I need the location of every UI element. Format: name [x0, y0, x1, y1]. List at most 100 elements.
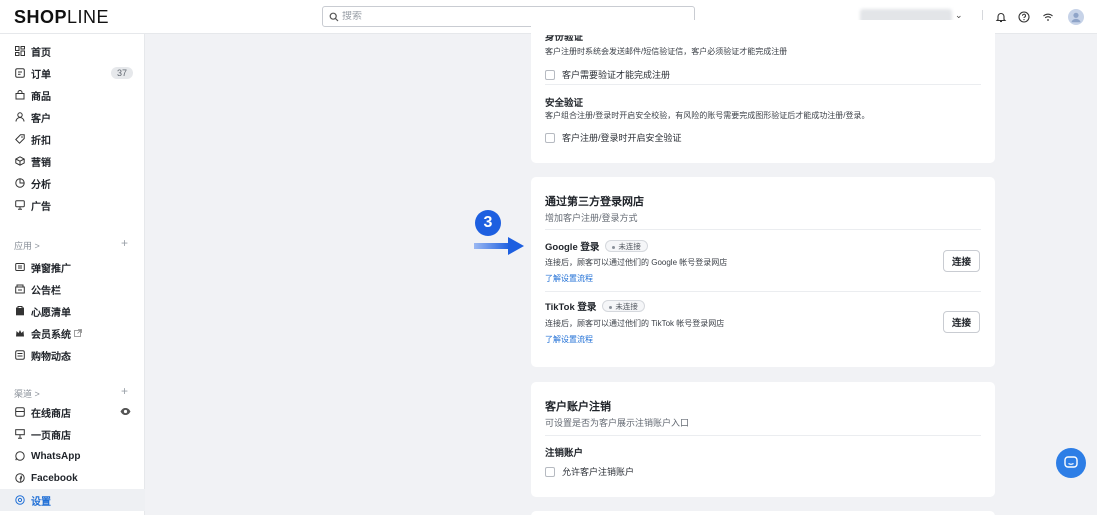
product-bag-icon: [14, 89, 26, 101]
tiktok-connect-button[interactable]: 连接: [943, 311, 980, 333]
sidebar-item-analytics[interactable]: 分析: [0, 172, 145, 194]
tiktok-login-title-row: TikTok 登录 未连接: [545, 299, 645, 313]
sidebar-item-discounts[interactable]: 折扣: [0, 128, 145, 150]
add-app-plus-icon[interactable]: +: [121, 236, 128, 250]
sidebar-item-label: 购物动态: [31, 351, 71, 363]
security-verification-checkbox[interactable]: [545, 132, 555, 143]
divider: [545, 291, 981, 292]
allow-cancel-checkbox[interactable]: [545, 466, 555, 477]
sidebar-item-label: Facebook: [31, 472, 78, 484]
sidebar: 首页 订单 37 商品 客户 折扣 营销 分析 广告 应用 > + 弹窗推广 公…: [0, 34, 145, 515]
step-number-marker: 3: [475, 210, 501, 236]
wishlist-icon: [14, 305, 26, 317]
sidebar-item-label: 商品: [31, 91, 51, 103]
sidebar-item-label: 客户: [31, 113, 51, 125]
tiktok-login-title: TikTok 登录: [545, 302, 597, 313]
sidebar-item-whatsapp[interactable]: WhatsApp: [0, 445, 145, 467]
cancel-account-title: 注销账户: [545, 448, 584, 459]
google-setup-guide-link[interactable]: 了解设置流程: [545, 273, 593, 284]
third-party-login-title: 通过第三方登录网店: [545, 196, 644, 208]
add-channel-plus-icon[interactable]: +: [121, 384, 128, 398]
security-verification-title: 安全验证: [545, 98, 584, 109]
wifi-icon[interactable]: [1040, 9, 1056, 25]
sidebar-item-label: 公告栏: [31, 285, 61, 297]
membership-icon: [14, 327, 26, 339]
verification-card: 身份验证 客户注册时系统会发送邮件/短信验证信，客户必须验证才能完成注册 客户需…: [531, 20, 995, 163]
search-icon: [329, 12, 339, 21]
google-login-title: Google 登录: [545, 242, 600, 253]
sidebar-item-one-page-store[interactable]: 一页商店: [0, 423, 145, 445]
announcement-icon: [14, 283, 26, 295]
sidebar-item-label: 在线商店: [31, 408, 71, 420]
require-verification-checkbox-row[interactable]: 客户需要验证才能完成注册: [545, 68, 670, 81]
google-login-title-row: Google 登录 未连接: [545, 239, 648, 253]
third-party-login-card: 通过第三方登录网店 增加客户注册/登录方式 Google 登录 未连接 连接后，…: [531, 177, 995, 367]
third-party-login-subtitle: 增加客户注册/登录方式: [545, 213, 638, 223]
google-login-desc: 连接后，顾客可以通过他们的 Google 帐号登录网店: [545, 258, 728, 267]
sidebar-item-products[interactable]: 商品: [0, 84, 145, 106]
facebook-icon: [14, 472, 26, 484]
sidebar-item-home[interactable]: 首页: [0, 40, 145, 62]
sidebar-item-shopping-feed[interactable]: 购物动态: [0, 344, 145, 366]
analytics-icon: [14, 177, 26, 189]
security-verification-checkbox-row[interactable]: 客户注册/登录时开启安全验证: [545, 131, 682, 144]
divider: [545, 84, 981, 85]
avatar[interactable]: [1068, 9, 1084, 25]
eye-icon[interactable]: [120, 406, 131, 417]
sidebar-item-facebook[interactable]: Facebook: [0, 467, 145, 489]
marketing-icon: [14, 155, 26, 167]
google-connect-button[interactable]: 连接: [943, 250, 980, 272]
sidebar-item-ads[interactable]: 广告: [0, 194, 145, 216]
sidebar-item-settings[interactable]: 设置: [0, 489, 145, 511]
sidebar-item-customers[interactable]: 客户: [0, 106, 145, 128]
security-verification-desc: 客户组合注册/登录时开启安全校验，有风险的账号需要完成图形验证后才能成功注册/登…: [545, 111, 870, 120]
sidebar-item-label: 心愿清单: [31, 307, 71, 319]
sidebar-item-label: 弹窗推广: [31, 263, 71, 275]
discount-tag-icon: [14, 133, 26, 145]
allow-cancel-checkbox-row[interactable]: 允许客户注销账户: [545, 465, 634, 478]
chat-support-button[interactable]: [1056, 448, 1086, 478]
account-cancellation-title: 客户账户注销: [545, 401, 611, 413]
settings-icon: [14, 494, 26, 506]
sidebar-item-label: 首页: [31, 47, 51, 59]
identity-verification-title: 身份验证: [545, 32, 584, 43]
status-badge: 未连接: [602, 300, 645, 312]
arrow-right-icon: [474, 237, 524, 255]
online-store-icon: [14, 406, 26, 418]
sidebar-item-popup[interactable]: 弹窗推广: [0, 256, 145, 278]
checkbox-label: 客户需要验证才能完成注册: [562, 70, 671, 80]
next-card-edge: [531, 511, 995, 515]
divider: [545, 229, 981, 230]
sidebar-item-online-store[interactable]: 在线商店: [0, 401, 145, 423]
order-icon: [14, 67, 26, 79]
divider: [545, 435, 981, 436]
customer-icon: [14, 111, 26, 123]
sidebar-item-label: 广告: [31, 201, 51, 213]
sidebar-item-announcement[interactable]: 公告栏: [0, 278, 145, 300]
identity-verification-desc: 客户注册时系统会发送邮件/短信验证信，客户必须验证才能完成注册: [545, 47, 788, 56]
whatsapp-icon: [14, 450, 26, 462]
status-badge: 未连接: [605, 240, 648, 252]
sidebar-item-marketing[interactable]: 营销: [0, 150, 145, 172]
sidebar-item-orders[interactable]: 订单 37: [0, 62, 145, 84]
shopline-logo[interactable]: SHOPLINE: [14, 7, 109, 28]
sidebar-item-wishlist[interactable]: 心愿清单: [0, 300, 145, 322]
sidebar-item-label: WhatsApp: [31, 450, 81, 462]
bell-icon[interactable]: [993, 9, 1009, 25]
tiktok-login-desc: 连接后，顾客可以通过他们的 TikTok 帐号登录网店: [545, 319, 725, 328]
sidebar-item-label: 营销: [31, 157, 51, 169]
checkbox-label: 客户注册/登录时开启安全验证: [562, 133, 682, 143]
sidebar-item-label: 一页商店: [31, 430, 71, 442]
sidebar-item-membership[interactable]: 会员系统: [0, 322, 145, 344]
checkbox-label: 允许客户注销账户: [562, 467, 635, 477]
tiktok-setup-guide-link[interactable]: 了解设置流程: [545, 334, 593, 345]
apps-section-title[interactable]: 应用 >: [14, 239, 40, 252]
shopping-feed-icon: [14, 349, 26, 361]
channels-section-title[interactable]: 渠道 >: [14, 387, 40, 400]
chat-bubble-icon: [1064, 456, 1078, 468]
help-icon[interactable]: [1016, 9, 1032, 25]
order-count-badge: 37: [110, 67, 133, 79]
account-cancellation-card: 客户账户注销 可设置是否为客户展示注销账户入口 注销账户 允许客户注销账户: [531, 382, 995, 497]
require-verification-checkbox[interactable]: [545, 69, 555, 80]
ads-icon: [14, 199, 26, 211]
